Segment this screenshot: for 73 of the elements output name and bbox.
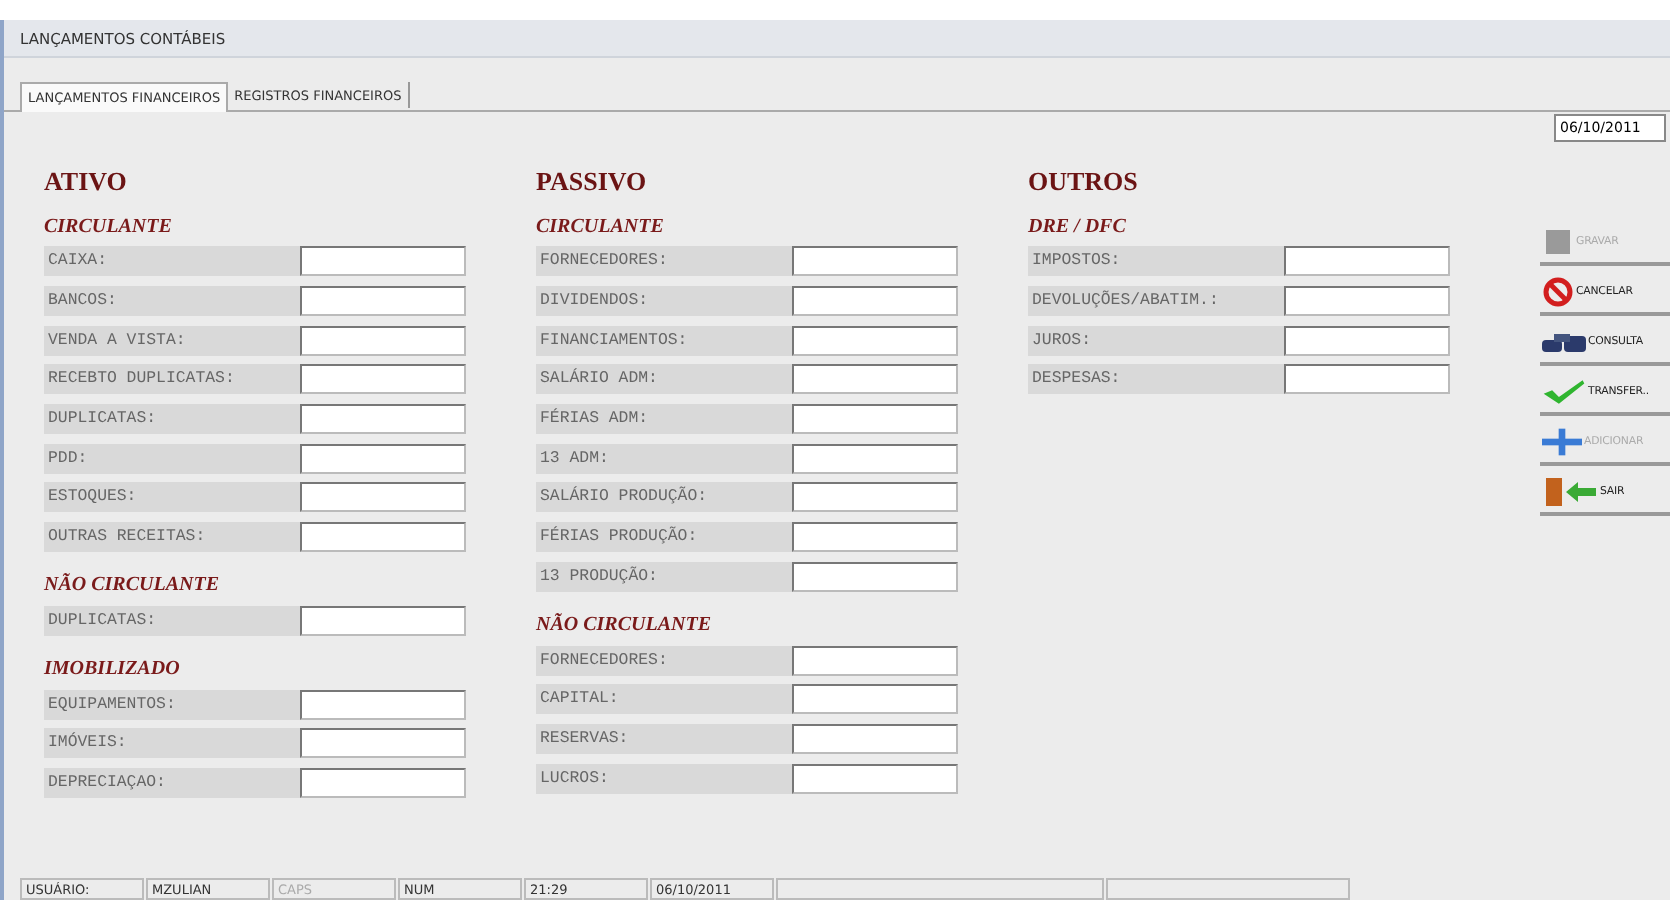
input-field[interactable] xyxy=(792,404,958,435)
field-label: 13 ADM: xyxy=(536,443,792,474)
field-label: SALÁRIO ADM: xyxy=(536,364,792,395)
input-field[interactable] xyxy=(300,605,466,636)
input-field[interactable] xyxy=(792,763,958,794)
input-field[interactable] xyxy=(300,325,466,356)
input-field[interactable] xyxy=(792,364,958,395)
field-label: VENDA A VISTA: xyxy=(44,325,300,356)
plus-icon xyxy=(1542,428,1582,456)
input-field[interactable] xyxy=(792,286,958,317)
input-field[interactable] xyxy=(1284,246,1450,277)
field-label: CAPITAL: xyxy=(536,684,792,715)
field-label: SALÁRIO PRODUÇÃO: xyxy=(536,482,792,513)
field-label: IMÓVEIS: xyxy=(44,728,300,759)
input-field[interactable] xyxy=(792,684,958,715)
input-field[interactable] xyxy=(792,723,958,754)
group-heading: CIRCULANTE xyxy=(536,213,666,241)
input-field[interactable] xyxy=(300,767,466,798)
group-heading: CIRCULANTE xyxy=(44,213,174,241)
field-label: DEPRECIAÇAO: xyxy=(44,767,300,798)
group-heading: NÃO CIRCULANTE xyxy=(536,611,714,640)
input-field[interactable] xyxy=(300,443,466,474)
section-heading: PASSIVO xyxy=(536,166,649,200)
section-heading: OUTROS xyxy=(1028,166,1140,200)
field-label: JUROS: xyxy=(1028,325,1284,356)
input-field[interactable] xyxy=(792,443,958,474)
square-icon xyxy=(1542,226,1574,258)
field-label: IMPOSTOS: xyxy=(1028,246,1284,277)
input-field[interactable] xyxy=(300,728,466,759)
field-label: CAIXA: xyxy=(44,246,300,277)
exit-door-icon xyxy=(1542,476,1598,508)
field-label: FORNECEDORES: xyxy=(536,246,792,277)
field-label: DUPLICATAS: xyxy=(44,605,300,636)
input-field[interactable] xyxy=(792,645,958,676)
input-field[interactable] xyxy=(792,561,958,592)
input-field[interactable] xyxy=(300,404,466,435)
input-field[interactable] xyxy=(1284,286,1450,317)
field-label: PDD: xyxy=(44,443,300,474)
field-label: DIVIDENDOS: xyxy=(536,286,792,317)
binoculars-icon xyxy=(1542,330,1586,354)
group-heading: DRE / DFC xyxy=(1028,213,1128,241)
field-label: OUTRAS RECEITAS: xyxy=(44,522,300,553)
section-heading: ATIVO xyxy=(44,166,129,200)
input-field[interactable] xyxy=(300,246,466,277)
field-label: DEVOLUÇÕES/ABATIM.: xyxy=(1028,286,1284,317)
input-field[interactable] xyxy=(300,364,466,395)
field-label: RESERVAS: xyxy=(536,723,792,754)
field-label: FORNECEDORES: xyxy=(536,645,792,676)
input-field[interactable] xyxy=(792,522,958,553)
input-field[interactable] xyxy=(792,482,958,513)
field-label: FINANCIAMENTOS: xyxy=(536,325,792,356)
group-heading: NÃO CIRCULANTE xyxy=(44,571,222,600)
input-field[interactable] xyxy=(792,325,958,356)
field-label: BANCOS: xyxy=(44,286,300,317)
checkmark-icon xyxy=(1542,378,1586,406)
field-label: ESTOQUES: xyxy=(44,482,300,513)
field-label: RECEBTO DUPLICATAS: xyxy=(44,364,300,395)
input-field[interactable] xyxy=(300,522,466,553)
input-field[interactable] xyxy=(300,286,466,317)
field-label: DUPLICATAS: xyxy=(44,404,300,435)
field-label: FÉRIAS ADM: xyxy=(536,404,792,435)
input-field[interactable] xyxy=(792,246,958,277)
field-label: DESPESAS: xyxy=(1028,364,1284,395)
field-label: FÉRIAS PRODUÇÃO: xyxy=(536,522,792,553)
field-label: LUCROS: xyxy=(536,763,792,794)
field-label: EQUIPAMENTOS: xyxy=(44,689,300,720)
input-field[interactable] xyxy=(1284,325,1450,356)
input-field[interactable] xyxy=(300,482,466,513)
group-heading: IMOBILIZADO xyxy=(44,655,182,684)
input-field[interactable] xyxy=(300,689,466,720)
input-field[interactable] xyxy=(1284,364,1450,395)
field-label: 13 PRODUÇÃO: xyxy=(536,561,792,592)
prohibited-icon xyxy=(1542,276,1574,308)
